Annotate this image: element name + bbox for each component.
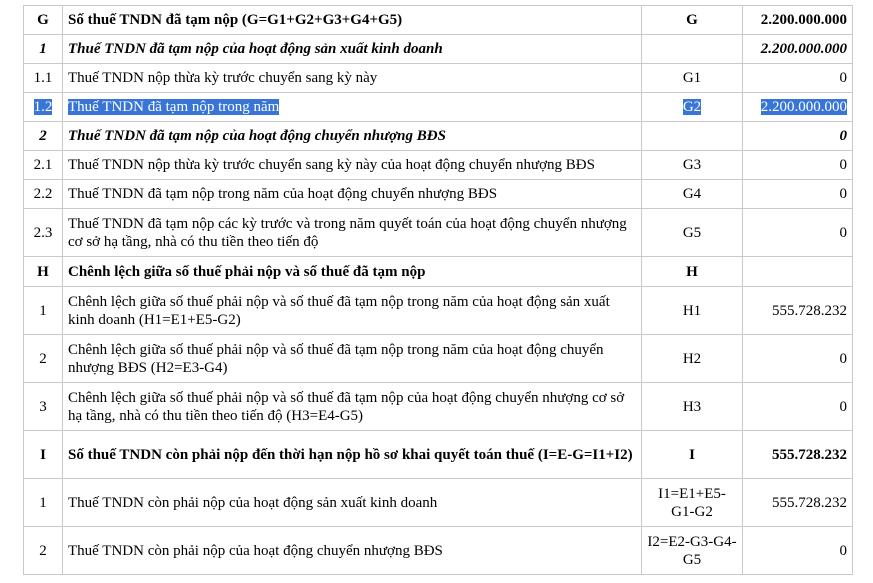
- selected-text[interactable]: Thuế TNDN đã tạm nộp trong năm: [68, 99, 280, 115]
- row-amount: 555.728.232: [742, 430, 853, 479]
- table-row-g-1-2-selected[interactable]: 1.2 Thuế TNDN đã tạm nộp trong năm G2 2.…: [23, 92, 853, 122]
- row-code: H3: [641, 382, 743, 431]
- row-stt: 2: [23, 121, 63, 151]
- row-description: Thuế TNDN nộp thừa kỳ trước chuyển sang …: [62, 150, 642, 180]
- row-description: Thuế TNDN còn phải nộp của hoạt động chu…: [62, 526, 642, 575]
- row-stt: 2.1: [23, 150, 63, 180]
- row-code[interactable]: G2: [641, 92, 743, 122]
- row-amount: 0: [742, 382, 853, 431]
- row-code: H1: [641, 286, 743, 335]
- table-row-g-2: 2 Thuế TNDN đã tạm nộp của hoạt động chu…: [23, 121, 853, 151]
- row-stt: 2: [23, 334, 63, 383]
- row-description: Thuế TNDN đã tạm nộp các kỳ trước và tro…: [62, 208, 642, 257]
- row-description[interactable]: Thuế TNDN đã tạm nộp trong năm: [62, 92, 642, 122]
- table-row-i-1: 1 Thuế TNDN còn phải nộp của hoạt động s…: [23, 478, 853, 527]
- table-row-h-2: 2 Chênh lệch giữa số thuế phải nộp và số…: [23, 334, 853, 383]
- table-row-h-1: 1 Chênh lệch giữa số thuế phải nộp và số…: [23, 286, 853, 335]
- table-row-h-3: 3 Chênh lệch giữa số thuế phải nộp và số…: [23, 382, 853, 431]
- row-description: Thuế TNDN đã tạm nộp của hoạt động chuyể…: [62, 121, 642, 151]
- row-amount: 0: [742, 208, 853, 257]
- row-stt: 1: [23, 478, 63, 527]
- row-amount: 0: [742, 121, 853, 151]
- selected-text[interactable]: 2.200.000.000: [760, 99, 847, 115]
- row-code: H: [641, 256, 743, 287]
- row-amount[interactable]: 2.200.000.000: [742, 92, 853, 122]
- row-amount: [742, 256, 853, 287]
- row-code: H2: [641, 334, 743, 383]
- tax-table-wrapper: G Số thuế TNDN đã tạm nộp (G=G1+G2+G3+G4…: [23, 5, 853, 575]
- row-amount: 0: [742, 179, 853, 209]
- row-code: G: [641, 5, 743, 35]
- row-amount: 555.728.232: [742, 478, 853, 527]
- table-row-i-2: 2 Thuế TNDN còn phải nộp của hoạt động c…: [23, 526, 853, 575]
- row-amount: 2.200.000.000: [742, 5, 853, 35]
- row-code: I: [641, 430, 743, 479]
- row-stt: G: [23, 5, 63, 35]
- row-code: G5: [641, 208, 743, 257]
- row-code: G1: [641, 63, 743, 93]
- table-row-g: G Số thuế TNDN đã tạm nộp (G=G1+G2+G3+G4…: [23, 5, 853, 35]
- row-amount: 2.200.000.000: [742, 34, 853, 64]
- row-stt: 1.1: [23, 63, 63, 93]
- table-row-i: I Số thuế TNDN còn phải nộp đến thời hạn…: [23, 430, 853, 479]
- row-stt: 2.3: [23, 208, 63, 257]
- table-row-h: H Chênh lệch giữa số thuế phải nộp và số…: [23, 256, 853, 287]
- row-amount: 0: [742, 63, 853, 93]
- table-row-g-2-3: 2.3 Thuế TNDN đã tạm nộp các kỳ trước và…: [23, 208, 853, 257]
- row-code: G3: [641, 150, 743, 180]
- row-stt[interactable]: 1.2: [23, 92, 63, 122]
- row-description: Thuế TNDN đã tạm nộp trong năm của hoạt …: [62, 179, 642, 209]
- row-description: Chênh lệch giữa số thuế phải nộp và số t…: [62, 382, 642, 431]
- tax-settlement-table: G Số thuế TNDN đã tạm nộp (G=G1+G2+G3+G4…: [23, 5, 853, 575]
- row-amount: 0: [742, 334, 853, 383]
- row-stt: 1: [23, 286, 63, 335]
- selected-text[interactable]: 1.2: [33, 99, 53, 115]
- row-description: Số thuế TNDN đã tạm nộp (G=G1+G2+G3+G4+G…: [62, 5, 642, 35]
- row-description: Chênh lệch giữa số thuế phải nộp và số t…: [62, 334, 642, 383]
- row-stt: 1: [23, 34, 63, 64]
- row-description: Thuế TNDN đã tạm nộp của hoạt động sản x…: [62, 34, 642, 64]
- selected-text[interactable]: G2: [682, 99, 702, 115]
- row-description: Thuế TNDN nộp thừa kỳ trước chuyển sang …: [62, 63, 642, 93]
- row-stt: H: [23, 256, 63, 287]
- row-code: I1=E1+E5-G1-G2: [641, 478, 743, 527]
- row-code: G4: [641, 179, 743, 209]
- row-stt: 2.2: [23, 179, 63, 209]
- row-description: Chênh lệch giữa số thuế phải nộp và số t…: [62, 286, 642, 335]
- table-row-g-1-1: 1.1 Thuế TNDN nộp thừa kỳ trước chuyển s…: [23, 63, 853, 93]
- row-description: Chênh lệch giữa số thuế phải nộp và số t…: [62, 256, 642, 287]
- row-code: [641, 121, 743, 151]
- table-row-g-2-2: 2.2 Thuế TNDN đã tạm nộp trong năm của h…: [23, 179, 853, 209]
- row-amount: 555.728.232: [742, 286, 853, 335]
- row-stt: 3: [23, 382, 63, 431]
- row-description: Số thuế TNDN còn phải nộp đến thời hạn n…: [62, 430, 642, 479]
- row-code: [641, 34, 743, 64]
- row-description: Thuế TNDN còn phải nộp của hoạt động sản…: [62, 478, 642, 527]
- table-row-g-2-1: 2.1 Thuế TNDN nộp thừa kỳ trước chuyển s…: [23, 150, 853, 180]
- table-row-g-1: 1 Thuế TNDN đã tạm nộp của hoạt động sản…: [23, 34, 853, 64]
- row-code: I2=E2-G3-G4-G5: [641, 526, 743, 575]
- row-amount: 0: [742, 150, 853, 180]
- row-stt: 2: [23, 526, 63, 575]
- row-amount: 0: [742, 526, 853, 575]
- row-stt: I: [23, 430, 63, 479]
